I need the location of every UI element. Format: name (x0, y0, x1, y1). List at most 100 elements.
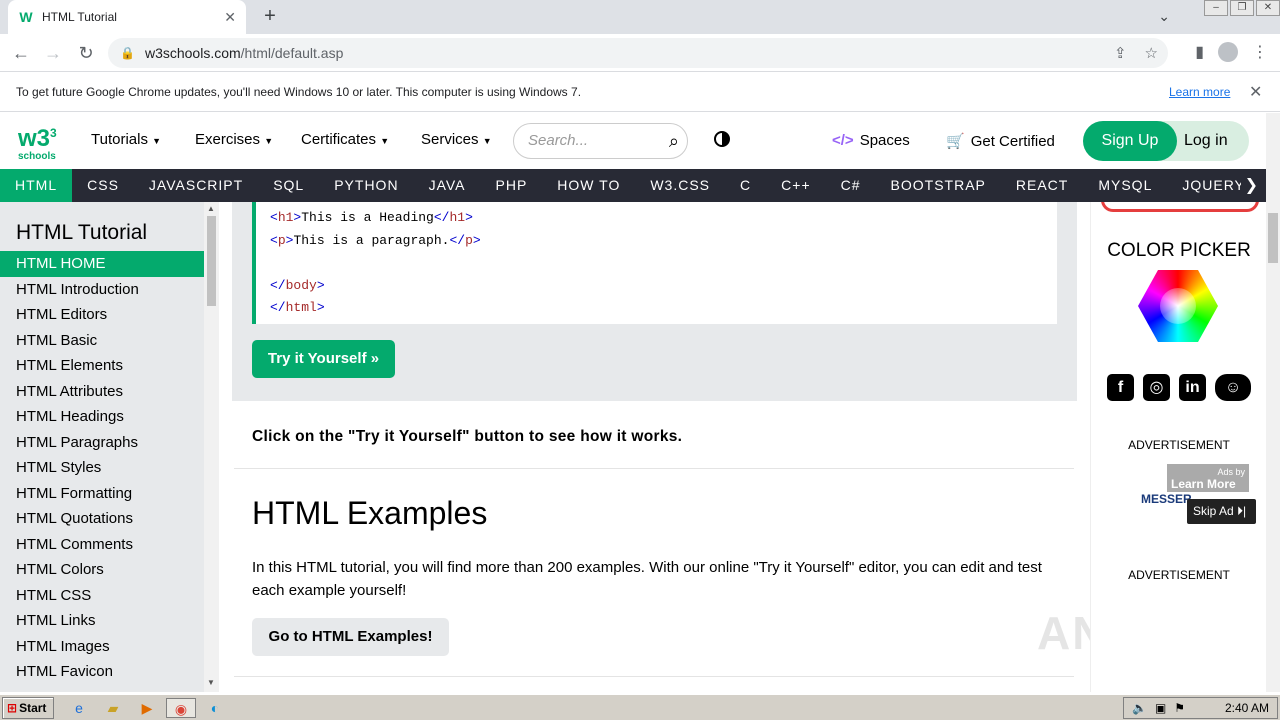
clock[interactable]: 2:40 AM (1225, 698, 1269, 718)
go-to-examples-button[interactable]: Go to HTML Examples! (252, 618, 449, 656)
sidebar-item-html-home[interactable]: HTML HOME (0, 251, 204, 277)
system-tray: 🔈 ▣ ⚑ 2:40 AM (1123, 697, 1278, 719)
search-input[interactable]: Search... ⌕ (513, 123, 688, 159)
nav-how-to[interactable]: HOW TO (542, 169, 635, 202)
sidebar-item-quotations[interactable]: HTML Quotations (0, 506, 204, 532)
sidebar-item-introduction[interactable]: HTML Introduction (0, 277, 204, 303)
dark-mode-toggle-icon[interactable] (714, 131, 730, 147)
get-certified-link[interactable]: 🛒 Get Certified (946, 132, 1055, 150)
nav-sql[interactable]: SQL (258, 169, 319, 202)
learn-more-link[interactable]: Learn more (1169, 85, 1230, 99)
menu-kebab-icon[interactable]: ⋮ (1252, 42, 1268, 62)
nav-scroll-right-icon[interactable]: ❯ (1240, 169, 1258, 202)
sidebar-item-colors[interactable]: HTML Colors (0, 557, 204, 583)
sidebar-item-elements[interactable]: HTML Elements (0, 353, 204, 379)
sidebar-item-formatting[interactable]: HTML Formatting (0, 481, 204, 507)
menu-tutorials[interactable]: Tutorials ▼ (91, 131, 161, 148)
tab-close-icon[interactable]: ✕ (224, 9, 236, 26)
social-links: f ◎ in ☺ (1107, 374, 1251, 401)
nav-python[interactable]: PYTHON (319, 169, 413, 202)
media-player-icon[interactable]: ▶ (136, 698, 158, 718)
restore-icon[interactable]: ❐ (1230, 0, 1254, 16)
reload-icon[interactable]: ↻ (75, 42, 97, 64)
nav-html[interactable]: HTML (0, 169, 73, 202)
example-box: <h1>This is a Heading</h1> <p>This is a … (232, 202, 1077, 401)
language-nav: HTML CSS JAVASCRIPT SQL PYTHON JAVA PHP … (0, 169, 1280, 202)
sidebar-scrollbar[interactable]: ▲ ▼ (204, 202, 219, 692)
sidebar-item-headings[interactable]: HTML Headings (0, 404, 204, 430)
color-picker-hexagon-icon[interactable] (1138, 270, 1218, 342)
promo-outline[interactable] (1101, 202, 1259, 212)
page-scrollbar[interactable] (1266, 113, 1280, 692)
nav-java[interactable]: JAVA (414, 169, 481, 202)
nav-cpp[interactable]: C++ (766, 169, 825, 202)
forward-icon[interactable]: → (42, 42, 64, 64)
sidebar-item-links[interactable]: HTML Links (0, 608, 204, 634)
start-button[interactable]: ⊞ Start (2, 697, 54, 719)
share-icon[interactable]: ⇪ (1114, 44, 1127, 62)
side-panel-icon[interactable]: ▮ (1195, 42, 1204, 62)
w3schools-logo[interactable]: w33 schools (18, 121, 62, 162)
new-tab-button[interactable]: + (258, 4, 282, 28)
profile-avatar[interactable] (1218, 42, 1238, 62)
nav-react[interactable]: REACT (1001, 169, 1083, 202)
tab-search-icon[interactable]: ⌄ (1158, 8, 1170, 25)
network-icon[interactable]: ▣ (1155, 698, 1166, 718)
sidebar-item-editors[interactable]: HTML Editors (0, 302, 204, 328)
ad-learn-more-button[interactable]: Ads by Learn More (1167, 464, 1249, 492)
sidebar-item-basic[interactable]: HTML Basic (0, 328, 204, 354)
sidebar-item-attributes[interactable]: HTML Attributes (0, 379, 204, 405)
volume-icon[interactable]: 🔈 (1132, 698, 1147, 718)
nav-javascript[interactable]: JAVASCRIPT (134, 169, 258, 202)
scroll-down-icon[interactable]: ▼ (207, 678, 215, 687)
scroll-up-icon[interactable]: ▲ (207, 204, 215, 213)
folder-icon[interactable]: ▰ (102, 698, 124, 718)
linkedin-icon[interactable]: in (1179, 374, 1206, 401)
nav-mysql[interactable]: MYSQL (1083, 169, 1167, 202)
nav-c[interactable]: C (725, 169, 766, 202)
nav-css[interactable]: CSS (72, 169, 134, 202)
ie-icon[interactable]: e (68, 698, 90, 718)
spaces-link[interactable]: </> Spaces (832, 132, 910, 149)
cart-icon: 🛒 (946, 133, 965, 150)
search-icon[interactable]: ⌕ (669, 124, 679, 158)
try-it-yourself-button[interactable]: Try it Yourself » (252, 340, 395, 378)
infobar-close-icon[interactable]: ✕ (1249, 82, 1262, 102)
instagram-icon[interactable]: ◎ (1143, 374, 1170, 401)
action-center-flag-icon[interactable]: ⚑ (1174, 698, 1185, 718)
sidebar-item-paragraphs[interactable]: HTML Paragraphs (0, 430, 204, 456)
sidebar-item-styles[interactable]: HTML Styles (0, 455, 204, 481)
discord-icon[interactable]: ☺ (1215, 374, 1251, 401)
nav-php[interactable]: PHP (481, 169, 543, 202)
bookmark-star-icon[interactable]: ☆ (1145, 44, 1158, 62)
nav-bootstrap[interactable]: BOOTSTRAP (876, 169, 1001, 202)
sidebar-item-comments[interactable]: HTML Comments (0, 532, 204, 558)
browser-tab[interactable]: W HTML Tutorial ✕ (8, 0, 246, 34)
edge-icon[interactable]: ◐ (204, 698, 226, 718)
code-line: </body> (270, 277, 325, 293)
page-scroll-thumb[interactable] (1268, 213, 1278, 263)
sidebar-item-css[interactable]: HTML CSS (0, 583, 204, 609)
nav-w3css[interactable]: W3.CSS (635, 169, 725, 202)
chrome-taskbar-icon[interactable]: ◉ (166, 698, 196, 718)
lock-icon[interactable]: 🔒 (120, 46, 135, 60)
back-icon[interactable]: ← (10, 42, 32, 64)
color-picker-title[interactable]: COLOR PICKER (1091, 240, 1266, 262)
advertisement-label: ADVERTISEMENT (1128, 568, 1230, 582)
skip-ad-button[interactable]: Skip Ad ⏵| (1187, 499, 1256, 524)
ad-brand-logo: MESSER (1141, 492, 1192, 506)
close-window-icon[interactable]: ✕ (1256, 0, 1280, 16)
address-bar[interactable]: 🔒 w3schools.com/html/default.asp ⇪ ☆ (108, 38, 1168, 68)
sign-up-button[interactable]: Sign Up (1083, 121, 1177, 161)
code-line: </html> (270, 300, 325, 315)
nav-csharp[interactable]: C# (826, 169, 876, 202)
menu-certificates[interactable]: Certificates ▼ (301, 131, 389, 148)
window-controls: – ❐ ✕ (1202, 0, 1280, 20)
sidebar-item-images[interactable]: HTML Images (0, 634, 204, 660)
facebook-icon[interactable]: f (1107, 374, 1134, 401)
menu-services[interactable]: Services ▼ (421, 131, 492, 148)
sidebar-item-favicon[interactable]: HTML Favicon (0, 659, 204, 685)
minimize-icon[interactable]: – (1204, 0, 1228, 16)
sidebar-scroll-thumb[interactable] (207, 216, 216, 306)
menu-exercises[interactable]: Exercises ▼ (195, 131, 273, 148)
